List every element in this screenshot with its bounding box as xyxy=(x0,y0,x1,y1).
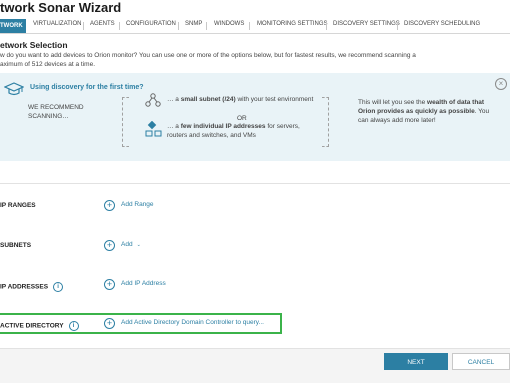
add-active-directory-button[interactable]: Add Active Directory Domain Controller t… xyxy=(121,319,264,326)
section-title: etwork Selection xyxy=(0,40,68,50)
bracket-left xyxy=(122,97,129,147)
add-subnet-button[interactable]: Add ⌄ xyxy=(121,241,141,248)
wizard-title: twork Sonar Wizard xyxy=(0,0,122,15)
tab-discovery-settings[interactable]: DISCOVERY SETTINGS xyxy=(333,21,400,27)
banner-right-text: This will let you see the wealth of data… xyxy=(358,98,498,125)
divider xyxy=(0,183,510,184)
add-ip-plus-icon[interactable]: + xyxy=(104,279,115,290)
tab-agents[interactable]: AGENTS xyxy=(90,21,115,27)
tab-separator xyxy=(397,22,398,30)
add-range-button[interactable]: Add Range xyxy=(121,201,154,208)
option-bold: few individual IP addresses xyxy=(180,123,266,130)
tab-separator xyxy=(206,22,207,30)
close-icon[interactable]: × xyxy=(495,78,507,90)
info-icon[interactable]: i xyxy=(68,321,79,331)
banner-title: Using discovery for the first time? xyxy=(30,84,144,91)
tab-snmp[interactable]: SNMP xyxy=(185,21,202,27)
description-line: w do you want to add devices to Orion mo… xyxy=(0,52,416,59)
tab-discovery-scheduling[interactable]: DISCOVERY SCHEDULING xyxy=(404,21,480,27)
tab-monitoring-settings[interactable]: MONITORING SETTINGS xyxy=(257,21,328,27)
tab-separator xyxy=(83,22,84,30)
subnet-icon xyxy=(145,93,161,107)
cancel-button[interactable]: CANCEL xyxy=(452,353,510,370)
ip-ranges-label: IP RANGES xyxy=(0,202,36,209)
active-directory-text: ACTIVE DIRECTORY xyxy=(0,322,64,330)
active-directory-label: ACTIVE DIRECTORY i xyxy=(0,321,79,331)
or-label: OR xyxy=(237,115,247,122)
option-bold: small subnet (/24) xyxy=(180,96,236,103)
add-ad-plus-icon[interactable]: + xyxy=(104,318,115,329)
wizard-tabs: TWORK VIRTUALIZATION AGENTS CONFIGURATIO… xyxy=(0,19,510,34)
option-text: … a xyxy=(167,96,181,103)
add-subnet-label: Add xyxy=(121,241,133,248)
option-small-subnet: … a small subnet (/24) with your test en… xyxy=(167,96,317,105)
ip-addresses-label: IP ADDRESSES i xyxy=(0,282,64,292)
recommend-text: WE RECOMMEND SCANNING… xyxy=(28,104,84,120)
add-ip-address-button[interactable]: Add IP Address xyxy=(121,280,166,287)
right-text: This will let you see the xyxy=(358,99,428,106)
tab-separator xyxy=(119,22,120,30)
tab-separator xyxy=(178,22,179,30)
bracket-right xyxy=(322,97,329,147)
tab-windows[interactable]: WINDOWS xyxy=(214,21,244,27)
subnets-label: SUBNETS xyxy=(0,242,32,249)
section-description: w do you want to add devices to Orion mo… xyxy=(0,51,470,69)
tab-configuration[interactable]: CONFIGURATION xyxy=(126,21,176,27)
tab-separator xyxy=(326,22,327,30)
tab-network[interactable]: TWORK xyxy=(0,19,26,33)
tab-virtualization[interactable]: VIRTUALIZATION xyxy=(33,21,81,27)
devices-icon xyxy=(145,121,162,137)
option-text: … a xyxy=(167,123,181,130)
description-line: aximum of 512 devices at a time. xyxy=(0,61,96,68)
option-individual-ips: … a few individual IP addresses for serv… xyxy=(167,123,317,140)
graduation-cap-icon xyxy=(4,82,24,96)
chevron-down-icon: ⌄ xyxy=(136,242,141,248)
add-range-plus-icon[interactable]: + xyxy=(104,200,115,211)
info-icon[interactable]: i xyxy=(53,282,64,292)
option-text: with your test environment xyxy=(235,96,314,103)
tab-separator xyxy=(249,22,250,30)
next-button[interactable]: NEXT xyxy=(384,353,448,370)
add-subnet-plus-icon[interactable]: + xyxy=(104,240,115,251)
ip-addresses-text: IP ADDRESSES xyxy=(0,283,49,291)
